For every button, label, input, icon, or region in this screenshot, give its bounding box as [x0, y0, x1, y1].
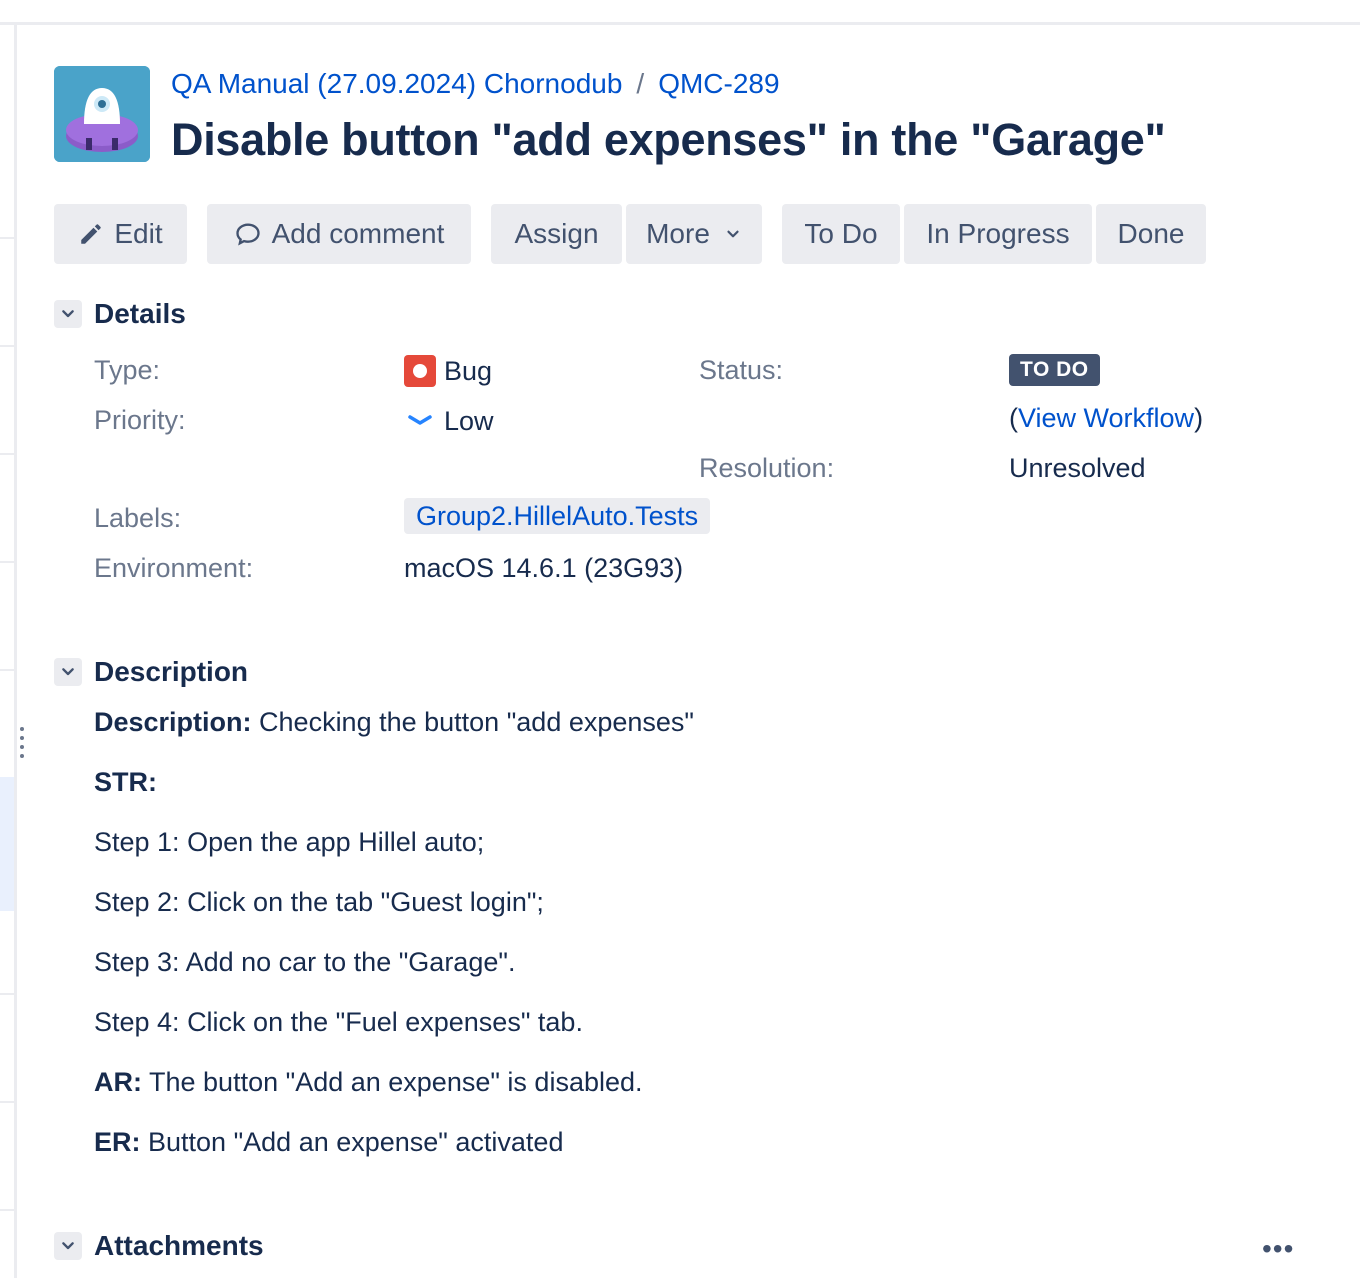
- er-text: Button "Add an expense" activated: [140, 1127, 564, 1157]
- environment-label: Environment:: [94, 553, 254, 583]
- priority-low-icon: [408, 415, 432, 425]
- breadcrumb-separator: /: [636, 68, 645, 99]
- breadcrumb-issue-key-link[interactable]: QMC-289: [658, 68, 779, 99]
- resolution-value: Unresolved: [1009, 453, 1146, 483]
- transition-done-button[interactable]: Done: [1096, 204, 1206, 264]
- in-progress-label: In Progress: [926, 218, 1070, 249]
- priority-label: Priority:: [94, 405, 186, 435]
- resolution-label: Resolution:: [699, 453, 835, 483]
- type-value: Bug: [404, 355, 492, 387]
- chevron-down-icon: [727, 230, 739, 238]
- rail-selected-item[interactable]: [0, 777, 14, 911]
- step-1: Step 1: Open the app Hillel auto;: [94, 827, 485, 857]
- rail-divider: [0, 237, 14, 239]
- breadcrumb-project-link[interactable]: QA Manual (27.09.2024) Chornodub: [171, 68, 622, 99]
- ar-text: The button "Add an expense" is disabled.: [142, 1067, 643, 1097]
- chevron-down-icon: [62, 310, 74, 318]
- labels-label: Labels:: [94, 503, 182, 533]
- resize-handle-icon[interactable]: [19, 726, 29, 762]
- breadcrumb: QA Manual (27.09.2024) Chornodub / QMC-289: [171, 68, 780, 100]
- label-chip[interactable]: Group2.HillelAuto.Tests: [404, 498, 711, 534]
- environment-value: macOS 14.6.1 (23G93): [404, 553, 684, 583]
- type-text: Bug: [444, 355, 493, 386]
- status-label: Status:: [699, 355, 784, 385]
- add-comment-label: Add comment: [271, 218, 445, 249]
- er-label: ER:: [94, 1127, 141, 1157]
- transition-in-progress-button[interactable]: In Progress: [904, 204, 1092, 264]
- chevron-down-icon: [62, 668, 74, 676]
- description-text: Checking the button "add expenses": [251, 707, 694, 737]
- attachments-more-icon[interactable]: •••: [1262, 1233, 1294, 1265]
- rail-divider: [0, 669, 14, 671]
- rail-divider: [0, 1101, 14, 1103]
- to-do-label: To Do: [804, 218, 878, 249]
- project-avatar[interactable]: [54, 66, 150, 162]
- ar-label: AR:: [94, 1067, 142, 1097]
- top-divider: [0, 22, 1360, 25]
- chevron-down-icon: [62, 1242, 74, 1250]
- attachments-collapse-toggle[interactable]: [54, 1232, 82, 1260]
- rail-divider: [0, 345, 14, 347]
- bug-icon: [404, 355, 436, 387]
- add-comment-button[interactable]: Add comment: [207, 204, 471, 264]
- edit-label: Edit: [114, 218, 163, 249]
- more-dropdown-button[interactable]: More: [626, 204, 762, 264]
- description-heading: Description: [94, 656, 249, 687]
- details-heading: Details: [94, 298, 186, 329]
- view-workflow-paren-open: (: [1009, 403, 1018, 433]
- view-workflow: (View Workflow): [1009, 403, 1203, 434]
- assign-button[interactable]: Assign: [491, 204, 622, 264]
- comment-icon: [235, 223, 260, 246]
- step-2: Step 2: Click on the tab "Guest login";: [94, 887, 544, 917]
- description-line: Description: Checking the button "add ex…: [94, 707, 694, 738]
- expected-result: ER: Button "Add an expense" activated: [94, 1127, 563, 1158]
- status-badge: TO DO: [1009, 354, 1100, 386]
- pencil-icon: [81, 224, 102, 244]
- issue-title: Disable button "add expenses" in the "Ga…: [171, 114, 1166, 165]
- rail-divider: [0, 993, 14, 995]
- more-label: More: [646, 218, 710, 249]
- done-label: Done: [1117, 218, 1185, 249]
- attachments-heading: Attachments: [94, 1230, 264, 1261]
- str-label: STR:: [94, 767, 157, 797]
- transition-to-do-button[interactable]: To Do: [782, 204, 900, 264]
- edit-button[interactable]: Edit: [54, 204, 187, 264]
- priority-value: Low: [404, 405, 494, 437]
- details-collapse-toggle[interactable]: [54, 300, 82, 328]
- step-4: Step 4: Click on the "Fuel expenses" tab…: [94, 1007, 583, 1037]
- rail-divider: [0, 453, 14, 455]
- left-sidebar-rail: [0, 25, 17, 1278]
- rail-divider: [0, 561, 14, 563]
- step-3: Step 3: Add no car to the "Garage".: [94, 947, 516, 977]
- priority-text: Low: [444, 405, 494, 436]
- view-workflow-link[interactable]: View Workflow: [1018, 403, 1194, 433]
- type-label: Type:: [94, 355, 161, 385]
- str-heading: STR:: [94, 767, 157, 798]
- assign-label: Assign: [514, 218, 599, 249]
- rail-divider: [0, 1209, 14, 1211]
- actual-result: AR: The button "Add an expense" is disab…: [94, 1067, 643, 1098]
- description-collapse-toggle[interactable]: [54, 658, 82, 686]
- view-workflow-paren-close: ): [1194, 403, 1204, 433]
- description-bold-label: Description:: [94, 707, 252, 737]
